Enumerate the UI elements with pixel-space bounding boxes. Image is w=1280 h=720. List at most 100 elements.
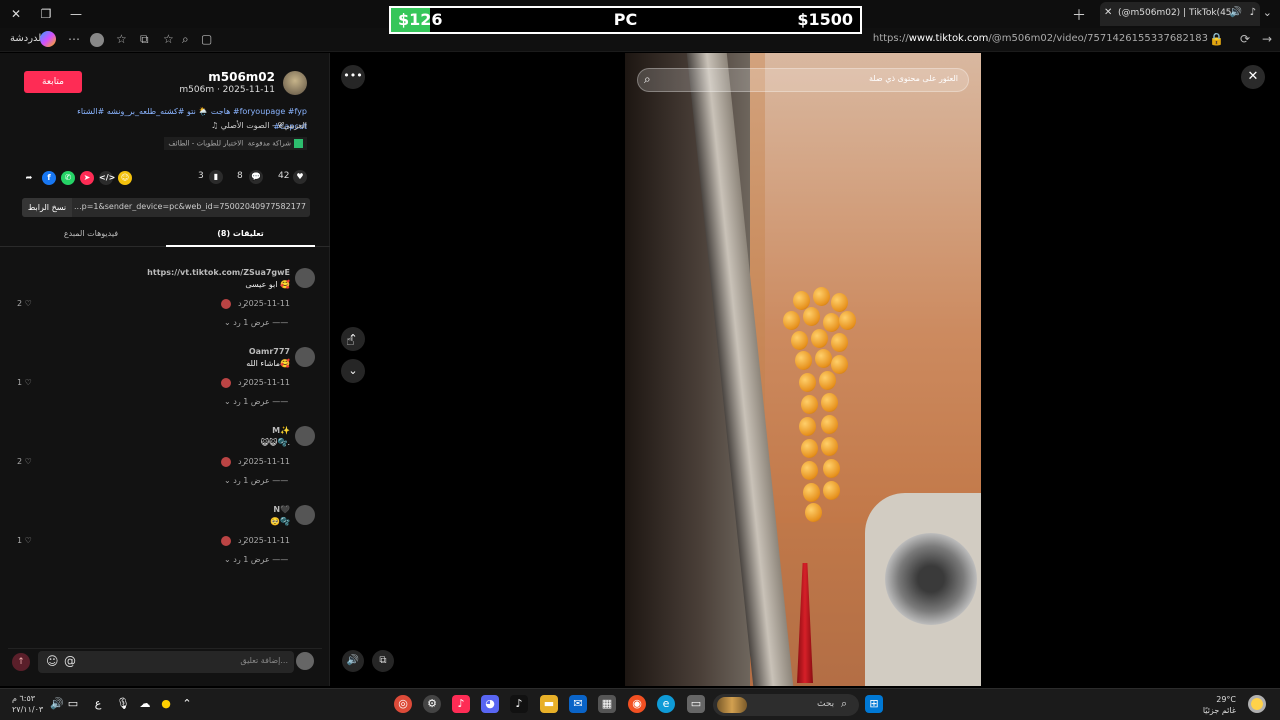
mail-icon[interactable]: ✉ [569, 695, 587, 713]
refresh-icon[interactable]: ⟳ [1240, 32, 1250, 46]
goal-title: PC [613, 10, 638, 29]
mic-tray-icon[interactable]: 🎙 [114, 695, 132, 713]
video-player[interactable]: ⌕ العثور على محتوى ذي صلة [625, 53, 981, 686]
copilot-label[interactable]: الدردشة [10, 33, 44, 44]
app-settings-icon[interactable]: ⚙ [423, 695, 441, 713]
comment-icon[interactable]: 💬 [249, 170, 263, 184]
copilot-icon[interactable] [40, 31, 56, 47]
reply-button[interactable]: رد [238, 378, 245, 387]
reply-button[interactable]: رد [238, 536, 245, 545]
edge-icon[interactable]: e [657, 695, 675, 713]
search-icon: ⌕ [841, 697, 848, 710]
copy-link-button[interactable]: نسخ الرابط [22, 198, 72, 217]
tray-overflow-icon[interactable]: ⌃ [178, 695, 196, 713]
author-username[interactable]: m506m02 [208, 70, 275, 84]
author-avatar[interactable] [283, 71, 307, 95]
share-arrow-icon[interactable]: ➦ [22, 171, 36, 185]
reply-button[interactable]: رد [238, 457, 245, 466]
cloud-tray-icon[interactable]: ☁ [136, 695, 154, 713]
search-icon[interactable]: ⌕ [644, 72, 651, 87]
embed-icon[interactable]: </> [99, 171, 115, 185]
screenshot-icon[interactable]: ▢ [201, 32, 212, 46]
close-window-icon[interactable]: ✕ [8, 6, 24, 22]
clock[interactable]: ٦:٥٣ م ٢٧/١١/٠٣ [12, 693, 43, 715]
tiktok-app-icon[interactable]: ♪ [452, 695, 470, 713]
emoji-share-icon[interactable]: ☺ [118, 171, 132, 185]
reply-button[interactable]: رد [238, 299, 245, 308]
miniplayer-button[interactable]: ⧉ [372, 650, 394, 672]
language-tray-icon[interactable]: ع [89, 695, 107, 713]
lock-icon[interactable]: 🔒 [1209, 32, 1224, 46]
tab-creator-videos[interactable]: فيديوهات المبدع [16, 223, 166, 247]
store-icon[interactable]: ▦ [598, 695, 616, 713]
network-tray-icon[interactable]: ▭ [64, 695, 82, 713]
browser-tab-tiktok[interactable]: ✕ (@m506m02) | TikTok(45) 🔊 ♪ [1100, 2, 1260, 26]
chrome-icon[interactable]: ◎ [394, 695, 412, 713]
comment-like[interactable]: 2 ♡ [17, 457, 32, 466]
related-search-bar[interactable]: ⌕ العثور على محتوى ذي صلة [637, 68, 969, 92]
close-tab-icon[interactable]: ✕ [1104, 7, 1112, 18]
comment-text: 😺😺🫧. [260, 438, 290, 447]
share-link-text[interactable]: ...p=1&sender_device=pc&web_id=750020409… [74, 202, 306, 211]
bead [783, 311, 800, 330]
view-replies-label: عرض 1 رد [233, 397, 270, 406]
profile-avatar-icon[interactable] [90, 33, 104, 47]
obs-icon[interactable]: ◉ [628, 695, 646, 713]
comment-like[interactable]: 2 ♡ [17, 299, 32, 308]
commenter-name[interactable]: M✨ [272, 426, 290, 435]
favorites-icon[interactable]: ☆ [116, 32, 127, 46]
speaker-icon[interactable]: 🔊 [1230, 7, 1242, 18]
comment-input[interactable]: ☺ @ إضافة تعليق... [38, 651, 294, 673]
commenter-avatar[interactable] [295, 505, 315, 525]
minimize-window-icon[interactable]: — [68, 6, 84, 22]
facebook-icon[interactable]: f [42, 171, 56, 185]
view-replies-button[interactable]: ⌄ عرض 1 رد —— [224, 555, 288, 564]
sponsored-location[interactable]: الاختبار للطوبات - الطائف [168, 140, 243, 148]
mention-icon[interactable]: @ [64, 654, 76, 668]
more-options-button[interactable]: ••• [341, 65, 365, 89]
start-icon[interactable]: ⊞ [865, 695, 883, 713]
url-field[interactable]: https://www.tiktok.com/@m506m02/video/75… [873, 33, 1208, 44]
restore-window-icon[interactable]: ❐ [38, 6, 54, 22]
file-explorer-icon[interactable]: ▬ [540, 695, 558, 713]
view-replies-button[interactable]: ⌄ عرض 1 رد —— [224, 397, 288, 406]
whatsapp-icon[interactable]: ✆ [61, 171, 75, 185]
view-replies-button[interactable]: ⌄ عرض 1 رد —— [224, 476, 288, 485]
commenter-name[interactable]: N🖤 [273, 505, 290, 514]
comment-like-count: 2 [17, 457, 23, 466]
comment-like[interactable]: 1 ♡ [17, 536, 32, 545]
commenter-avatar[interactable] [295, 426, 315, 446]
bookmark-icon[interactable]: ▮ [209, 170, 223, 184]
add-favorite-icon[interactable]: ☆ [163, 32, 174, 46]
taskbar-search[interactable]: بحث ⌕ [713, 694, 859, 716]
app-tray-icon[interactable]: ● [157, 695, 175, 713]
read-aloud-icon[interactable]: ⌕ [182, 32, 189, 47]
comment-text: ماشاء الله🥰 [246, 359, 290, 368]
task-view-icon[interactable]: ▭ [687, 695, 705, 713]
emoji-picker-icon[interactable]: ☺ [46, 654, 59, 668]
sound-link[interactable]: ♫ الصوت الأصلي - 𝓒العزمي [211, 121, 307, 131]
commenter-avatar[interactable] [295, 347, 315, 367]
tiktok-icon[interactable]: ♪ [510, 695, 528, 713]
back-icon[interactable]: → [1262, 32, 1272, 46]
view-replies-button[interactable]: ⌄ عرض 1 رد —— [224, 318, 288, 327]
send-comment-icon[interactable]: ↑ [12, 653, 30, 671]
commenter-name[interactable]: Oamr777 [249, 347, 290, 356]
follow-button[interactable]: متابعة [24, 71, 82, 93]
like-heart-icon[interactable]: ♥ [293, 170, 307, 184]
new-tab-icon[interactable]: ＋ [1072, 5, 1086, 25]
tiktok-share-icon[interactable]: ➤ [80, 171, 94, 185]
commenter-name[interactable]: https://vt.tiktok.com/ZSua7gwE [147, 268, 290, 277]
more-menu-icon[interactable]: ⋯ [68, 32, 80, 46]
close-video-button[interactable]: ✕ [1241, 65, 1265, 89]
weather-widget[interactable]: 29°C غائم جزئيًا [1203, 694, 1236, 716]
comment-like[interactable]: 1 ♡ [17, 378, 32, 387]
volume-button[interactable]: 🔊 [342, 650, 364, 672]
discord-icon[interactable]: ◕ [481, 695, 499, 713]
commenter-avatar[interactable] [295, 268, 315, 288]
next-video-button[interactable]: ⌄ [341, 359, 365, 383]
chevron-down-icon: ⌄ [224, 476, 234, 485]
tab-list-chevron-icon[interactable]: ⌄ [1263, 6, 1272, 19]
extensions-icon[interactable]: ⧉ [140, 32, 149, 47]
tab-comments[interactable]: تعليقات (8) [166, 223, 315, 247]
